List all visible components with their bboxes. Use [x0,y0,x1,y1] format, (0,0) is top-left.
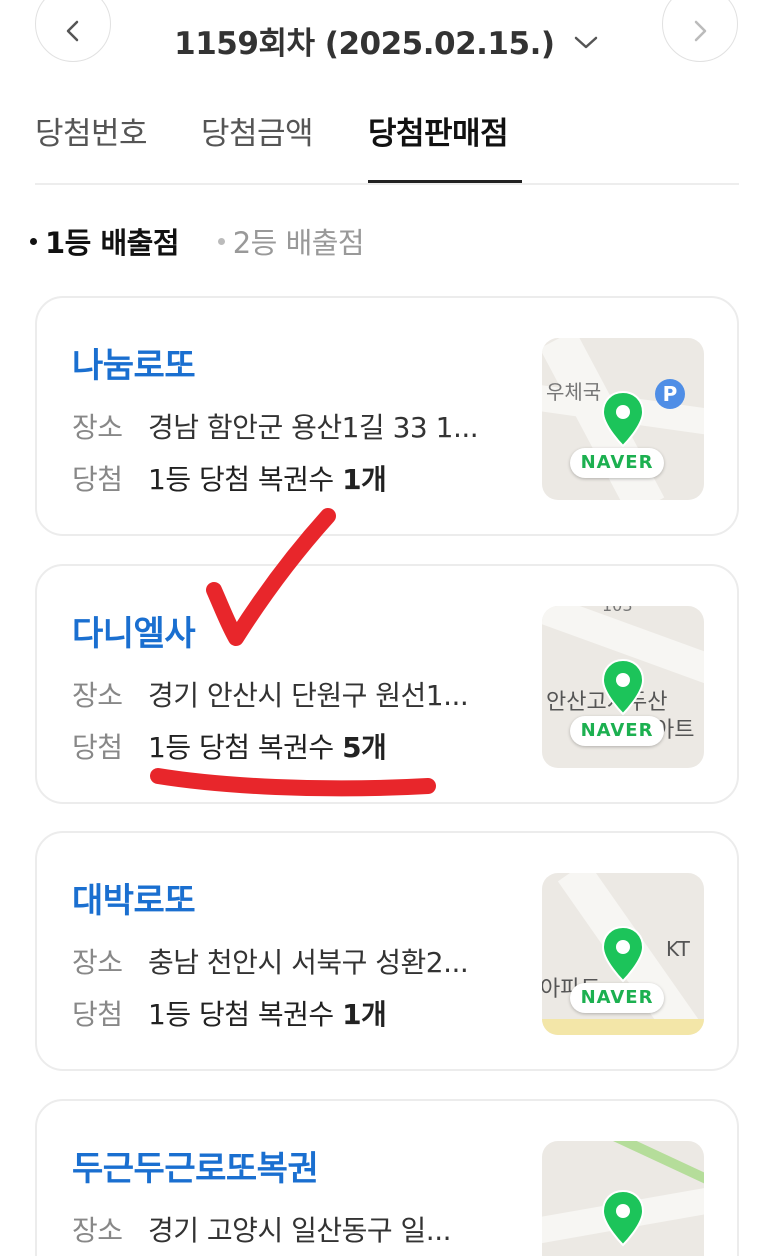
chevron-right-icon [694,20,707,42]
store-location-row: 장소 경남 함안군 용산1길 33 1... [72,406,478,446]
round-title: 1159회차 (2025.02.15.) [174,26,555,62]
map-thumbnail[interactable]: 우체국 P NAVER [542,338,704,500]
rank-filter: 1등 배출점 2등 배출점 [30,220,394,262]
map-pin-icon [601,658,645,716]
bullet-icon [217,237,225,245]
naver-badge: NAVER [570,716,664,746]
win-text: 1등 당첨 복권수 [148,998,343,1031]
location-label: 장소 [72,946,123,979]
store-location: 충남 천안시 서북구 성환2... [148,946,469,979]
subtab-label: 1등 배출점 [45,226,180,260]
round-selector[interactable]: 1159회차 (2025.02.15.) [0,18,773,63]
win-count: 1개 [342,463,387,496]
store-location-row: 장소 경기 안산시 단원구 원선1... [72,674,468,714]
store-name[interactable]: 두근두근로또복권 [72,1141,319,1190]
svg-text:P: P [663,382,678,406]
store-location: 경기 고양시 일산동구 일... [148,1214,452,1247]
bullet-icon [30,237,37,245]
location-label: 장소 [72,679,123,712]
subtab-second-prize[interactable]: 2등 배출점 [217,220,365,262]
round-header: 1159회차 (2025.02.15.) [0,0,773,80]
win-text: 1등 당첨 복권수 [148,731,343,764]
win-label: 당첨 [72,998,123,1031]
map-label: 우체국 [546,380,602,404]
main-tabs: 당첨번호 당첨금액 당첨판매점 [35,100,739,185]
subtab-first-prize[interactable]: 1등 배출점 [30,220,180,262]
subtab-label: 2등 배출점 [232,226,365,260]
map-thumbnail[interactable]: 103 안산고지두산 아트 NAVER [542,606,704,768]
map-thumbnail[interactable]: KT 아파트 NAVER [542,873,704,1035]
store-name[interactable]: 다니엘사 [72,606,196,655]
store-card[interactable]: 대박로또 장소 충남 천안시 서북구 성환2... 당첨 1등 당첨 복권수 1개 … [35,831,739,1071]
chevron-down-icon [574,36,598,48]
win-label: 당첨 [72,731,123,764]
tab-prize-amount[interactable]: 당첨금액 [201,108,314,183]
naver-badge: NAVER [570,448,664,478]
store-win-row: 당첨 1등 당첨 복권수 1개 [72,458,387,498]
store-location: 경남 함안군 용산1길 33 1... [148,411,479,444]
store-card[interactable]: 다니엘사 장소 경기 안산시 단원구 원선1... 당첨 1등 당첨 복권수 5개 … [35,564,739,804]
map-label: 103 [602,606,633,615]
store-location-row: 장소 경기 고양시 일산동구 일... [72,1209,451,1249]
map-label: KT [666,937,690,961]
store-location-row: 장소 충남 천안시 서북구 성환2... [72,941,468,981]
map-pin-icon [601,1189,645,1247]
tab-winning-numbers[interactable]: 당첨번호 [35,108,148,183]
parking-icon: P [655,379,685,409]
tab-winning-stores[interactable]: 당첨판매점 [368,108,522,183]
store-win-row: 당첨 1등 당첨 복권수 5개 [72,726,387,766]
win-count: 1개 [342,998,387,1031]
store-name[interactable]: 대박로또 [72,873,196,922]
win-count: 5개 [342,731,387,764]
store-card[interactable]: 두근두근로또복권 장소 경기 고양시 일산동구 일... [35,1099,739,1256]
win-text: 1등 당첨 복권수 [148,463,343,496]
location-label: 장소 [72,411,123,444]
map-pin-icon [601,925,645,983]
store-win-row: 당첨 1등 당첨 복권수 1개 [72,993,387,1033]
store-card[interactable]: 나눔로또 장소 경남 함안군 용산1길 33 1... 당첨 1등 당첨 복권수 1… [35,296,739,536]
map-thumbnail[interactable] [542,1141,704,1256]
naver-badge: NAVER [570,983,664,1013]
win-label: 당첨 [72,463,123,496]
store-name[interactable]: 나눔로또 [72,338,196,387]
location-label: 장소 [72,1214,123,1247]
map-pin-icon [601,390,645,448]
store-location: 경기 안산시 단원구 원선1... [148,679,469,712]
